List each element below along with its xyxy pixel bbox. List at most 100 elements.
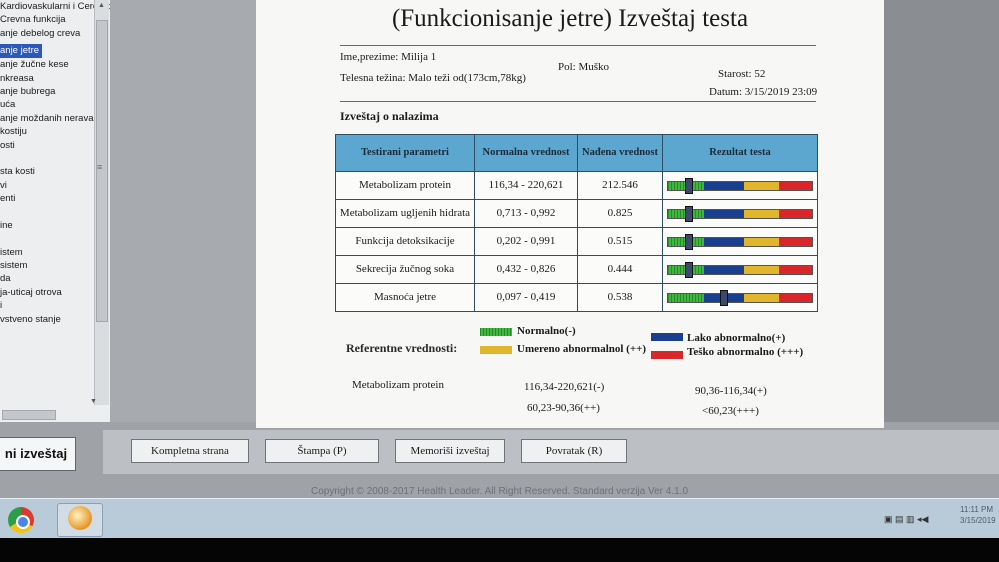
cell-found: 212.546 bbox=[577, 171, 663, 200]
cell-normal: 0,202 - 0,991 bbox=[474, 227, 578, 256]
gauge-marker bbox=[685, 233, 694, 250]
save-report-button[interactable]: Memoriši izveštaj bbox=[395, 439, 505, 463]
gauge-segment bbox=[704, 265, 745, 274]
cell-found: 0.515 bbox=[577, 227, 663, 256]
legend-normal: Normalno(-) bbox=[517, 325, 576, 337]
gauge-segment bbox=[744, 209, 779, 218]
legend-normal-swatch bbox=[480, 328, 512, 336]
gauge-marker bbox=[685, 261, 694, 278]
patient-age: Starost: 52 bbox=[718, 68, 766, 80]
cell-found: 0.538 bbox=[577, 283, 663, 312]
result-row: Metabolizam protein 116,34 - 220,621 212.5… bbox=[335, 171, 818, 200]
result-gauge bbox=[667, 177, 813, 194]
patient-weight: Telesna težina: Malo teži od(173cm,78kg) bbox=[340, 72, 526, 84]
taskbar bbox=[0, 498, 999, 539]
legend-severe-swatch bbox=[651, 351, 683, 359]
right-gray-panel bbox=[884, 0, 999, 422]
legend-severe: Teško abnormalno (+++) bbox=[687, 346, 804, 358]
gauge-segment bbox=[704, 237, 745, 246]
app-window: Kardiovaskularni i CerebrovaskulCrevna f… bbox=[0, 0, 999, 498]
gauge-marker bbox=[719, 289, 728, 306]
gauge-segment bbox=[778, 265, 812, 274]
result-gauge bbox=[667, 233, 813, 250]
taskbar-clock[interactable]: 11:11 PM 3/15/2019 bbox=[960, 504, 996, 526]
result-gauge bbox=[667, 261, 813, 278]
chrome-center-icon bbox=[16, 515, 30, 529]
cell-param: Metabolizam ugljenih hidrata bbox=[335, 199, 475, 228]
back-button[interactable]: Povratak (R) bbox=[521, 439, 627, 463]
result-row: Funkcija detoksikacije 0,202 - 0,991 0.515 bbox=[335, 227, 818, 256]
left-gray-panel bbox=[110, 0, 256, 422]
legend-moderate: Umereno abnormalnol (++) bbox=[517, 343, 647, 355]
report-list-button[interactable]: ni izveštaj bbox=[0, 437, 76, 471]
gauge-segment bbox=[744, 293, 779, 302]
findings-title: Izveštaj o nalazima bbox=[340, 109, 439, 123]
health-app-icon[interactable] bbox=[68, 506, 92, 530]
reference-severe: <60,23(+++) bbox=[702, 405, 759, 417]
gauge-marker bbox=[685, 177, 694, 194]
gauge-segment bbox=[778, 293, 812, 302]
legend-title: Referentne vrednosti: bbox=[346, 341, 458, 355]
header-parameter: Testirani parametri bbox=[335, 134, 475, 172]
full-page-button[interactable]: Kompletna strana bbox=[131, 439, 249, 463]
cell-normal: 116,34 - 220,621 bbox=[474, 171, 578, 200]
result-row: Masnoća jetre 0,097 - 0,419 0.538 bbox=[335, 283, 818, 312]
monitor-bezel bbox=[0, 538, 999, 562]
test-category-list[interactable]: Kardiovaskularni i CerebrovaskulCrevna f… bbox=[0, 0, 111, 422]
reference-parameter: Metabolizam protein bbox=[352, 379, 444, 391]
gauge-segment bbox=[778, 209, 812, 218]
legend-light: Lako abnormalno(+) bbox=[687, 332, 786, 344]
scroll-up-icon[interactable]: ▲ bbox=[98, 2, 105, 9]
reference-normal: 116,34-220,621(-) bbox=[524, 381, 605, 393]
result-gauge bbox=[667, 205, 813, 222]
cell-found: 0.825 bbox=[577, 199, 663, 228]
gauge-marker bbox=[685, 205, 694, 222]
cell-param: Sekrecija žučnog soka bbox=[335, 255, 475, 284]
clock-time: 11:11 PM bbox=[960, 505, 994, 514]
gauge-segment bbox=[744, 237, 779, 246]
result-row: Metabolizam ugljenih hidrata 0,713 - 0,99… bbox=[335, 199, 818, 228]
header-normal-value: Normalna vrednost bbox=[474, 134, 578, 172]
header-found-value: Nađena vrednost bbox=[577, 134, 663, 172]
gauge-segment bbox=[704, 209, 745, 218]
system-tray-icons[interactable]: ▣ ▤ ▥ ◂◀ bbox=[884, 514, 928, 525]
cell-result-bar bbox=[662, 227, 818, 256]
scroll-grip-icon: ≡ bbox=[97, 162, 103, 172]
cell-result-bar bbox=[662, 171, 818, 200]
title-rule bbox=[340, 45, 816, 46]
cell-normal: 0,432 - 0,826 bbox=[474, 255, 578, 284]
gauge-segment bbox=[778, 181, 812, 190]
reference-moderate: 60,23-90,36(++) bbox=[527, 402, 600, 414]
result-gauge bbox=[667, 289, 813, 306]
cell-param: Metabolizam protein bbox=[335, 171, 475, 200]
cell-normal: 0,097 - 0,419 bbox=[474, 283, 578, 312]
result-row: Sekrecija žučnog soka 0,432 - 0,826 0.444 bbox=[335, 255, 818, 284]
report-title: (Funkcionisanje jetre) Izveštaj testa bbox=[391, 5, 749, 32]
results-table: Testirani parametri Normalna vrednost Na… bbox=[335, 134, 818, 312]
gauge-segment bbox=[704, 181, 745, 190]
cell-result-bar bbox=[662, 283, 818, 312]
clock-date: 3/15/2019 bbox=[960, 516, 996, 525]
copyright-text: Copyright © 2008-2017 Health Leader. All… bbox=[310, 486, 689, 497]
print-button[interactable]: Štampa (P) bbox=[265, 439, 379, 463]
report-document: (Funkcionisanje jetre) Izveštaj testa Im… bbox=[256, 0, 884, 428]
cell-param: Masnoća jetre bbox=[335, 283, 475, 312]
gauge-segment bbox=[744, 265, 779, 274]
gauge-segment bbox=[744, 181, 779, 190]
gauge-segment bbox=[668, 293, 704, 302]
reference-light: 90,36-116,34(+) bbox=[695, 385, 767, 397]
category-item[interactable]: anje jetre bbox=[0, 44, 43, 58]
cell-normal: 0,713 - 0,992 bbox=[474, 199, 578, 228]
header-test-result: Rezultat testa bbox=[662, 134, 818, 172]
horizontal-scrollbar-thumb[interactable] bbox=[2, 410, 56, 420]
patient-name: Ime,prezime: Milija 1 bbox=[340, 51, 437, 63]
scroll-down-icon[interactable]: ▼ bbox=[90, 398, 97, 405]
cell-param: Funkcija detoksikacije bbox=[335, 227, 475, 256]
cell-result-bar bbox=[662, 255, 818, 284]
patient-gender: Pol: Muško bbox=[558, 61, 610, 73]
legend-moderate-swatch bbox=[480, 346, 512, 354]
cell-result-bar bbox=[662, 199, 818, 228]
header-rule bbox=[340, 101, 816, 102]
report-date: Datum: 3/15/2019 23:09 bbox=[709, 86, 818, 98]
legend-light-swatch bbox=[651, 333, 683, 341]
